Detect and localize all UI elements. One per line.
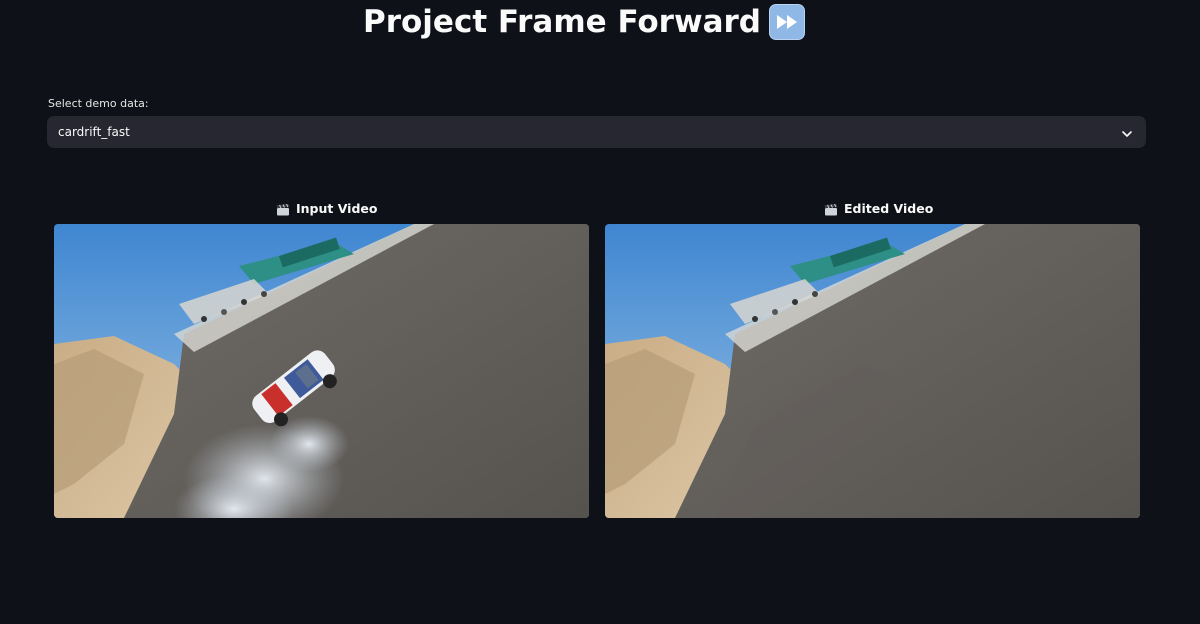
- clapperboard-icon: [276, 203, 290, 216]
- fast-forward-icon: [769, 4, 805, 40]
- demo-data-select[interactable]: cardrift_fast: [47, 116, 1146, 148]
- input-video-caption-text: Input Video: [296, 201, 378, 216]
- input-video-player[interactable]: [54, 224, 589, 518]
- chevron-down-icon: [1122, 123, 1132, 142]
- edited-video-frame: [605, 224, 1140, 518]
- edited-video-caption: Edited Video: [824, 200, 933, 218]
- demo-select-label: Select demo data:: [48, 97, 149, 110]
- demo-select-value: cardrift_fast: [58, 125, 130, 139]
- page-title-text: Project Frame Forward: [362, 4, 761, 40]
- input-video-caption: Input Video: [276, 200, 377, 218]
- edited-video-caption-text: Edited Video: [844, 201, 934, 216]
- clapperboard-icon: [824, 203, 838, 216]
- page-title: Project Frame Forward: [0, 0, 1168, 44]
- input-video-frame: [54, 224, 589, 518]
- app-page: Project Frame Forward Select demo data: …: [0, 0, 1200, 624]
- edited-video-player[interactable]: [605, 224, 1140, 518]
